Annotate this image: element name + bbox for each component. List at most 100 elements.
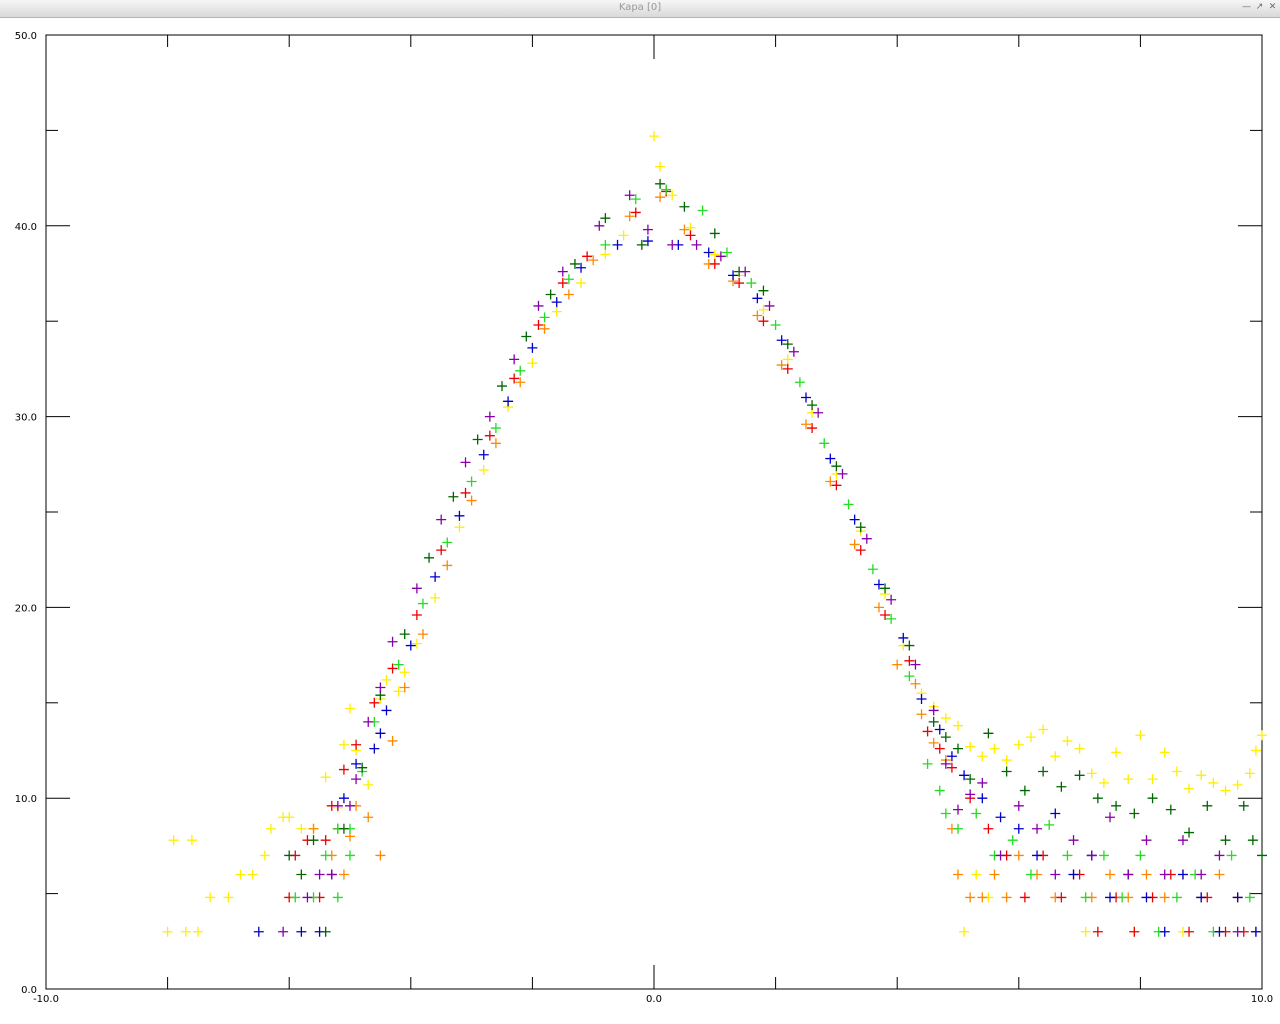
data-point-series-7 — [345, 800, 355, 811]
data-point-series-1 — [1244, 768, 1255, 779]
data-point-series-2 — [849, 539, 860, 550]
data-point-series-4 — [746, 278, 757, 289]
data-point-series-2 — [363, 812, 374, 823]
data-point-series-1 — [381, 674, 392, 685]
data-point-series-1 — [162, 926, 173, 937]
maximize-icon[interactable]: ↗ — [1254, 2, 1265, 13]
x-tick-label: 0.0 — [646, 994, 662, 1005]
data-point-series-6 — [1184, 827, 1195, 838]
data-point-series-7 — [314, 869, 325, 880]
data-point-series-5 — [1068, 869, 1079, 880]
data-point-series-3 — [1019, 892, 1030, 903]
y-tick-label: 40.0 — [15, 222, 37, 233]
data-point-series-3 — [436, 545, 447, 556]
axis-tick-labels: -10.0 0.0 10.00.010.020.030.040.050.0 — [15, 31, 1273, 1005]
data-point-series-1 — [527, 358, 538, 369]
data-point-series-7 — [691, 239, 702, 250]
data-point-series-7 — [460, 457, 471, 468]
data-point-series-1 — [1086, 768, 1097, 779]
data-point-series-3 — [855, 545, 866, 556]
data-point-series-2 — [375, 850, 386, 861]
data-point-series-4 — [1171, 892, 1182, 903]
data-point-series-2 — [916, 709, 927, 720]
data-point-series-5 — [801, 392, 811, 403]
data-point-series-4 — [290, 892, 301, 903]
data-point-series-7 — [363, 716, 374, 727]
window-titlebar[interactable]: Kapa [0] — ↗ ✕ — [0, 0, 1280, 18]
data-point-series-5 — [405, 640, 416, 651]
data-point-series-4 — [770, 320, 781, 331]
data-points — [162, 131, 1267, 937]
data-point-series-7 — [557, 266, 568, 277]
data-point-series-1 — [1196, 770, 1207, 781]
data-point-series-5 — [454, 510, 465, 521]
data-point-series-7 — [861, 533, 872, 544]
data-point-series-5 — [703, 247, 714, 258]
data-point-series-7 — [953, 804, 963, 815]
data-point-series-7 — [411, 583, 422, 594]
data-point-series-1 — [1159, 747, 1170, 758]
data-point-series-1 — [959, 926, 970, 937]
y-tick-label: 20.0 — [15, 603, 37, 614]
data-point-series-6 — [679, 201, 690, 212]
data-point-series-5 — [1013, 823, 1024, 834]
data-point-series-1 — [1147, 774, 1158, 785]
data-point-series-6 — [1238, 800, 1249, 811]
data-point-series-5 — [1159, 926, 1170, 937]
data-point-series-7 — [594, 220, 605, 231]
data-point-series-1 — [1257, 730, 1267, 741]
data-point-series-6 — [1001, 766, 1012, 777]
data-point-series-2 — [490, 438, 501, 449]
data-point-series-1 — [411, 638, 422, 649]
window-title: Kapa [0] — [618, 2, 662, 13]
data-point-series-1 — [223, 892, 234, 903]
data-point-series-7 — [813, 407, 824, 418]
data-point-series-1 — [1013, 739, 1024, 750]
data-point-series-2 — [1013, 850, 1024, 861]
close-icon[interactable]: ✕ — [1267, 2, 1278, 13]
data-point-series-3 — [1092, 926, 1103, 937]
data-point-series-7 — [351, 774, 362, 785]
data-point-series-6 — [1202, 800, 1213, 811]
data-point-series-4 — [819, 438, 830, 449]
data-point-series-1 — [454, 522, 465, 533]
data-point-series-2 — [928, 737, 939, 748]
data-point-series-1 — [782, 354, 793, 365]
data-point-series-6 — [399, 629, 410, 640]
data-point-series-1 — [576, 278, 587, 289]
data-point-series-5 — [916, 693, 927, 704]
data-point-series-5 — [1141, 892, 1152, 903]
data-point-series-3 — [758, 316, 769, 327]
data-point-series-4 — [1062, 850, 1073, 861]
data-point-series-1 — [1111, 747, 1122, 758]
data-point-series-7 — [278, 926, 289, 937]
data-point-series-4 — [940, 808, 951, 819]
data-point-series-7 — [1159, 869, 1170, 880]
data-point-series-5 — [253, 926, 264, 937]
data-point-series-7 — [1050, 869, 1061, 880]
data-point-series-6 — [928, 716, 939, 727]
data-point-series-4 — [442, 537, 453, 548]
data-point-series-6 — [545, 289, 556, 300]
data-point-series-6 — [320, 926, 331, 937]
data-point-series-2 — [873, 602, 884, 613]
data-point-series-6 — [655, 178, 666, 189]
data-point-series-2 — [1001, 892, 1012, 903]
data-point-series-5 — [338, 793, 349, 804]
data-point-series-5 — [934, 724, 945, 735]
data-point-series-1 — [1232, 779, 1243, 790]
minimize-icon[interactable]: — — [1241, 2, 1252, 13]
data-point-series-1 — [1038, 724, 1049, 735]
data-point-series-3 — [460, 487, 471, 498]
data-point-series-1 — [168, 835, 179, 846]
data-point-series-1 — [180, 926, 191, 937]
data-point-series-1 — [235, 869, 246, 880]
data-point-series-2 — [563, 289, 574, 300]
data-point-series-6 — [1247, 835, 1258, 846]
data-point-series-5 — [825, 453, 836, 464]
data-point-series-3 — [734, 278, 745, 289]
data-point-series-6 — [296, 869, 307, 880]
data-point-series-4 — [794, 377, 805, 388]
data-point-series-1 — [338, 739, 349, 750]
data-point-series-7 — [1232, 926, 1243, 937]
